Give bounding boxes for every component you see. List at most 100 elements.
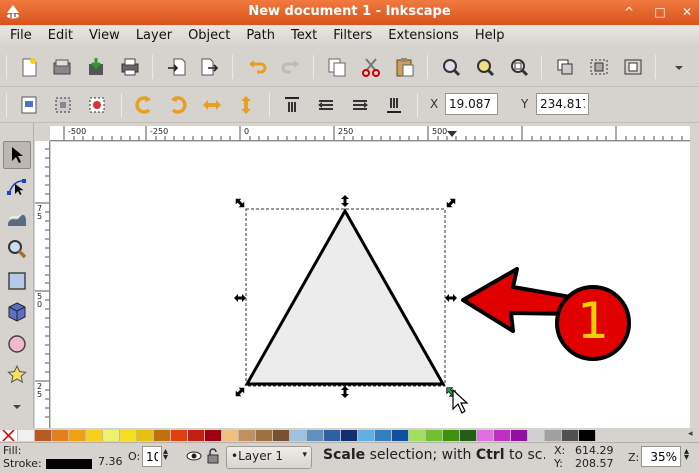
color-swatch[interactable]: [443, 429, 460, 441]
toolbar-overflow-icon[interactable]: [666, 54, 692, 80]
menu-extensions[interactable]: Extensions: [380, 25, 467, 47]
scale-handle-e[interactable]: [445, 294, 457, 302]
color-swatch[interactable]: [35, 429, 52, 441]
select-all-icon[interactable]: [16, 92, 42, 118]
scale-handle-s[interactable]: [341, 386, 349, 398]
color-swatch[interactable]: [341, 429, 358, 441]
color-swatch[interactable]: [69, 429, 86, 441]
zoom-input[interactable]: [641, 446, 681, 467]
duplicate-icon[interactable]: [552, 54, 578, 80]
color-swatch[interactable]: [392, 429, 409, 441]
raise-icon[interactable]: [313, 92, 339, 118]
paste-icon[interactable]: [392, 54, 418, 80]
color-swatch[interactable]: [239, 429, 256, 441]
color-swatch[interactable]: [375, 429, 392, 441]
color-swatch[interactable]: [460, 429, 477, 441]
color-swatch[interactable]: [256, 429, 273, 441]
toolbox-more-icon[interactable]: [3, 393, 31, 421]
ellipse-tool-icon[interactable]: [3, 330, 31, 358]
opacity-spin-icon[interactable]: ▴ ▾: [163, 447, 168, 463]
color-swatch[interactable]: [52, 429, 69, 441]
scale-handle-w[interactable]: [234, 294, 246, 302]
color-swatch[interactable]: [409, 429, 426, 441]
selector-tool-icon[interactable]: [3, 141, 31, 169]
color-swatch[interactable]: [137, 429, 154, 441]
menu-path[interactable]: Path: [238, 25, 283, 47]
visibility-eye-icon[interactable]: [186, 449, 202, 463]
save-icon[interactable]: [83, 54, 109, 80]
node-tool-icon[interactable]: [3, 173, 31, 201]
color-swatch[interactable]: [154, 429, 171, 441]
stroke-color-swatch[interactable]: [46, 459, 92, 469]
color-swatch[interactable]: [307, 429, 324, 441]
rectangle-tool-icon[interactable]: [3, 267, 31, 295]
star-tool-icon[interactable]: [3, 361, 31, 389]
color-swatch[interactable]: [120, 429, 137, 441]
menu-object[interactable]: Object: [180, 25, 238, 47]
current-layer-dropdown[interactable]: •Layer 1 ▾: [226, 446, 312, 469]
color-swatch[interactable]: [511, 429, 528, 441]
zoom-page-icon[interactable]: [506, 54, 532, 80]
import-icon[interactable]: [164, 54, 190, 80]
color-swatch[interactable]: [579, 429, 596, 441]
open-icon[interactable]: [49, 54, 75, 80]
ungroup-icon[interactable]: [620, 54, 646, 80]
deselect-icon[interactable]: [84, 92, 110, 118]
lock-icon[interactable]: [207, 448, 219, 464]
cut-icon[interactable]: [358, 54, 384, 80]
menu-text[interactable]: Text: [283, 25, 325, 47]
color-swatch[interactable]: [188, 429, 205, 441]
group-icon[interactable]: [586, 54, 612, 80]
scale-handle-ne[interactable]: [444, 196, 458, 210]
color-swatch[interactable]: [358, 429, 375, 441]
close-button[interactable]: ✕: [679, 4, 695, 20]
redo-icon[interactable]: [278, 54, 304, 80]
color-swatch[interactable]: [426, 429, 443, 441]
flip-horizontal-icon[interactable]: [199, 92, 225, 118]
scale-handle-nw[interactable]: [233, 196, 247, 210]
menu-help[interactable]: Help: [467, 25, 513, 47]
menu-edit[interactable]: Edit: [40, 25, 81, 47]
export-icon[interactable]: [196, 54, 222, 80]
color-swatch[interactable]: [290, 429, 307, 441]
menu-file[interactable]: File: [2, 25, 40, 47]
3d-box-tool-icon[interactable]: [3, 298, 31, 326]
print-icon[interactable]: [117, 54, 143, 80]
copy-icon[interactable]: [324, 54, 350, 80]
new-document-icon[interactable]: [16, 54, 42, 80]
scale-handle-n[interactable]: [341, 195, 349, 207]
color-swatch[interactable]: [494, 429, 511, 441]
minimize-button[interactable]: ^: [621, 4, 637, 20]
stroke-width-value[interactable]: 7.36: [98, 455, 123, 468]
color-swatch[interactable]: [205, 429, 222, 441]
color-swatch[interactable]: [86, 429, 103, 441]
menu-view[interactable]: View: [81, 25, 128, 47]
undo-icon[interactable]: [244, 54, 270, 80]
color-swatch[interactable]: [171, 429, 188, 441]
no-paint-swatch[interactable]: [0, 429, 18, 441]
color-swatch[interactable]: [324, 429, 341, 441]
rotate-ccw-icon[interactable]: [131, 92, 157, 118]
lower-to-bottom-icon[interactable]: [381, 92, 407, 118]
tweak-tool-icon[interactable]: [3, 204, 31, 232]
y-coordinate-input[interactable]: [536, 93, 589, 115]
zoom-tool-icon[interactable]: [3, 235, 31, 263]
zoom-drawing-icon[interactable]: [472, 54, 498, 80]
opacity-input[interactable]: [142, 446, 162, 467]
lower-icon[interactable]: [347, 92, 373, 118]
drawing-canvas[interactable]: 1: [51, 142, 690, 428]
maximize-button[interactable]: □: [652, 4, 668, 20]
menu-filters[interactable]: Filters: [325, 25, 380, 47]
color-swatch[interactable]: [103, 429, 120, 441]
flip-vertical-icon[interactable]: [233, 92, 259, 118]
menu-layer[interactable]: Layer: [128, 25, 180, 47]
color-swatch[interactable]: [273, 429, 290, 441]
color-swatch[interactable]: [545, 429, 562, 441]
color-swatch[interactable]: [18, 429, 35, 441]
x-coordinate-input[interactable]: [445, 93, 498, 115]
color-swatch[interactable]: [477, 429, 494, 441]
rotate-cw-icon[interactable]: [165, 92, 191, 118]
color-swatch[interactable]: [222, 429, 239, 441]
palette-scroll-icon[interactable]: ◂: [688, 429, 693, 439]
select-all-layers-icon[interactable]: [50, 92, 76, 118]
